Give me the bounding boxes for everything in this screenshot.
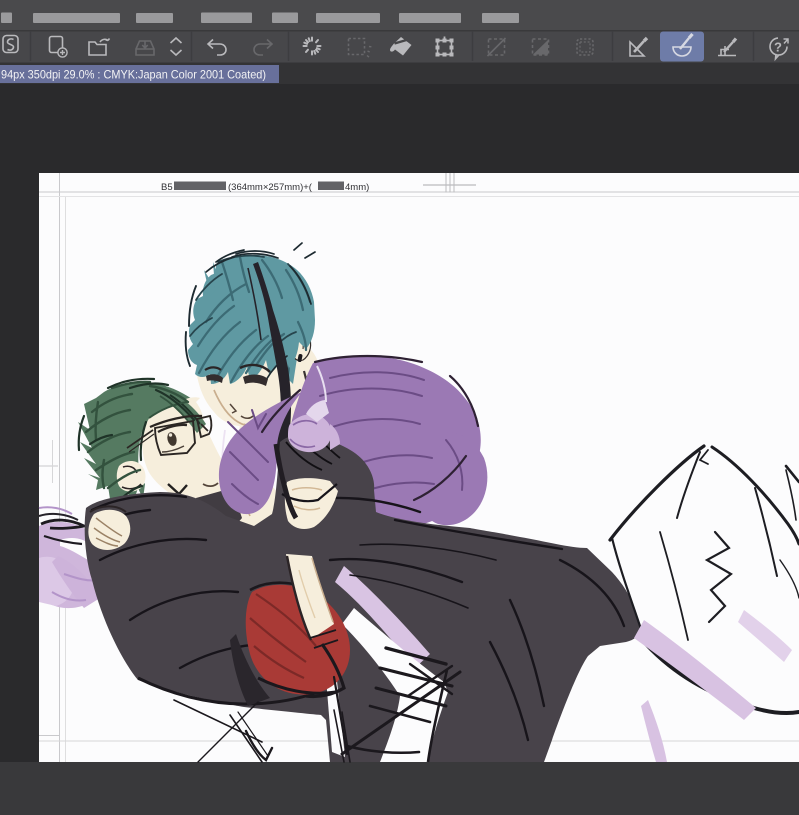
svg-text:B5: B5: [161, 182, 173, 193]
svg-text:4mm): 4mm): [345, 182, 369, 193]
svg-text:(364mm×257mm)+(: (364mm×257mm)+(: [228, 182, 313, 193]
svg-text:94px 350dpi 29.0% : CMYK:Japan: 94px 350dpi 29.0% : CMYK:Japan Color 200…: [1, 69, 266, 82]
svg-text:?: ?: [774, 40, 782, 55]
